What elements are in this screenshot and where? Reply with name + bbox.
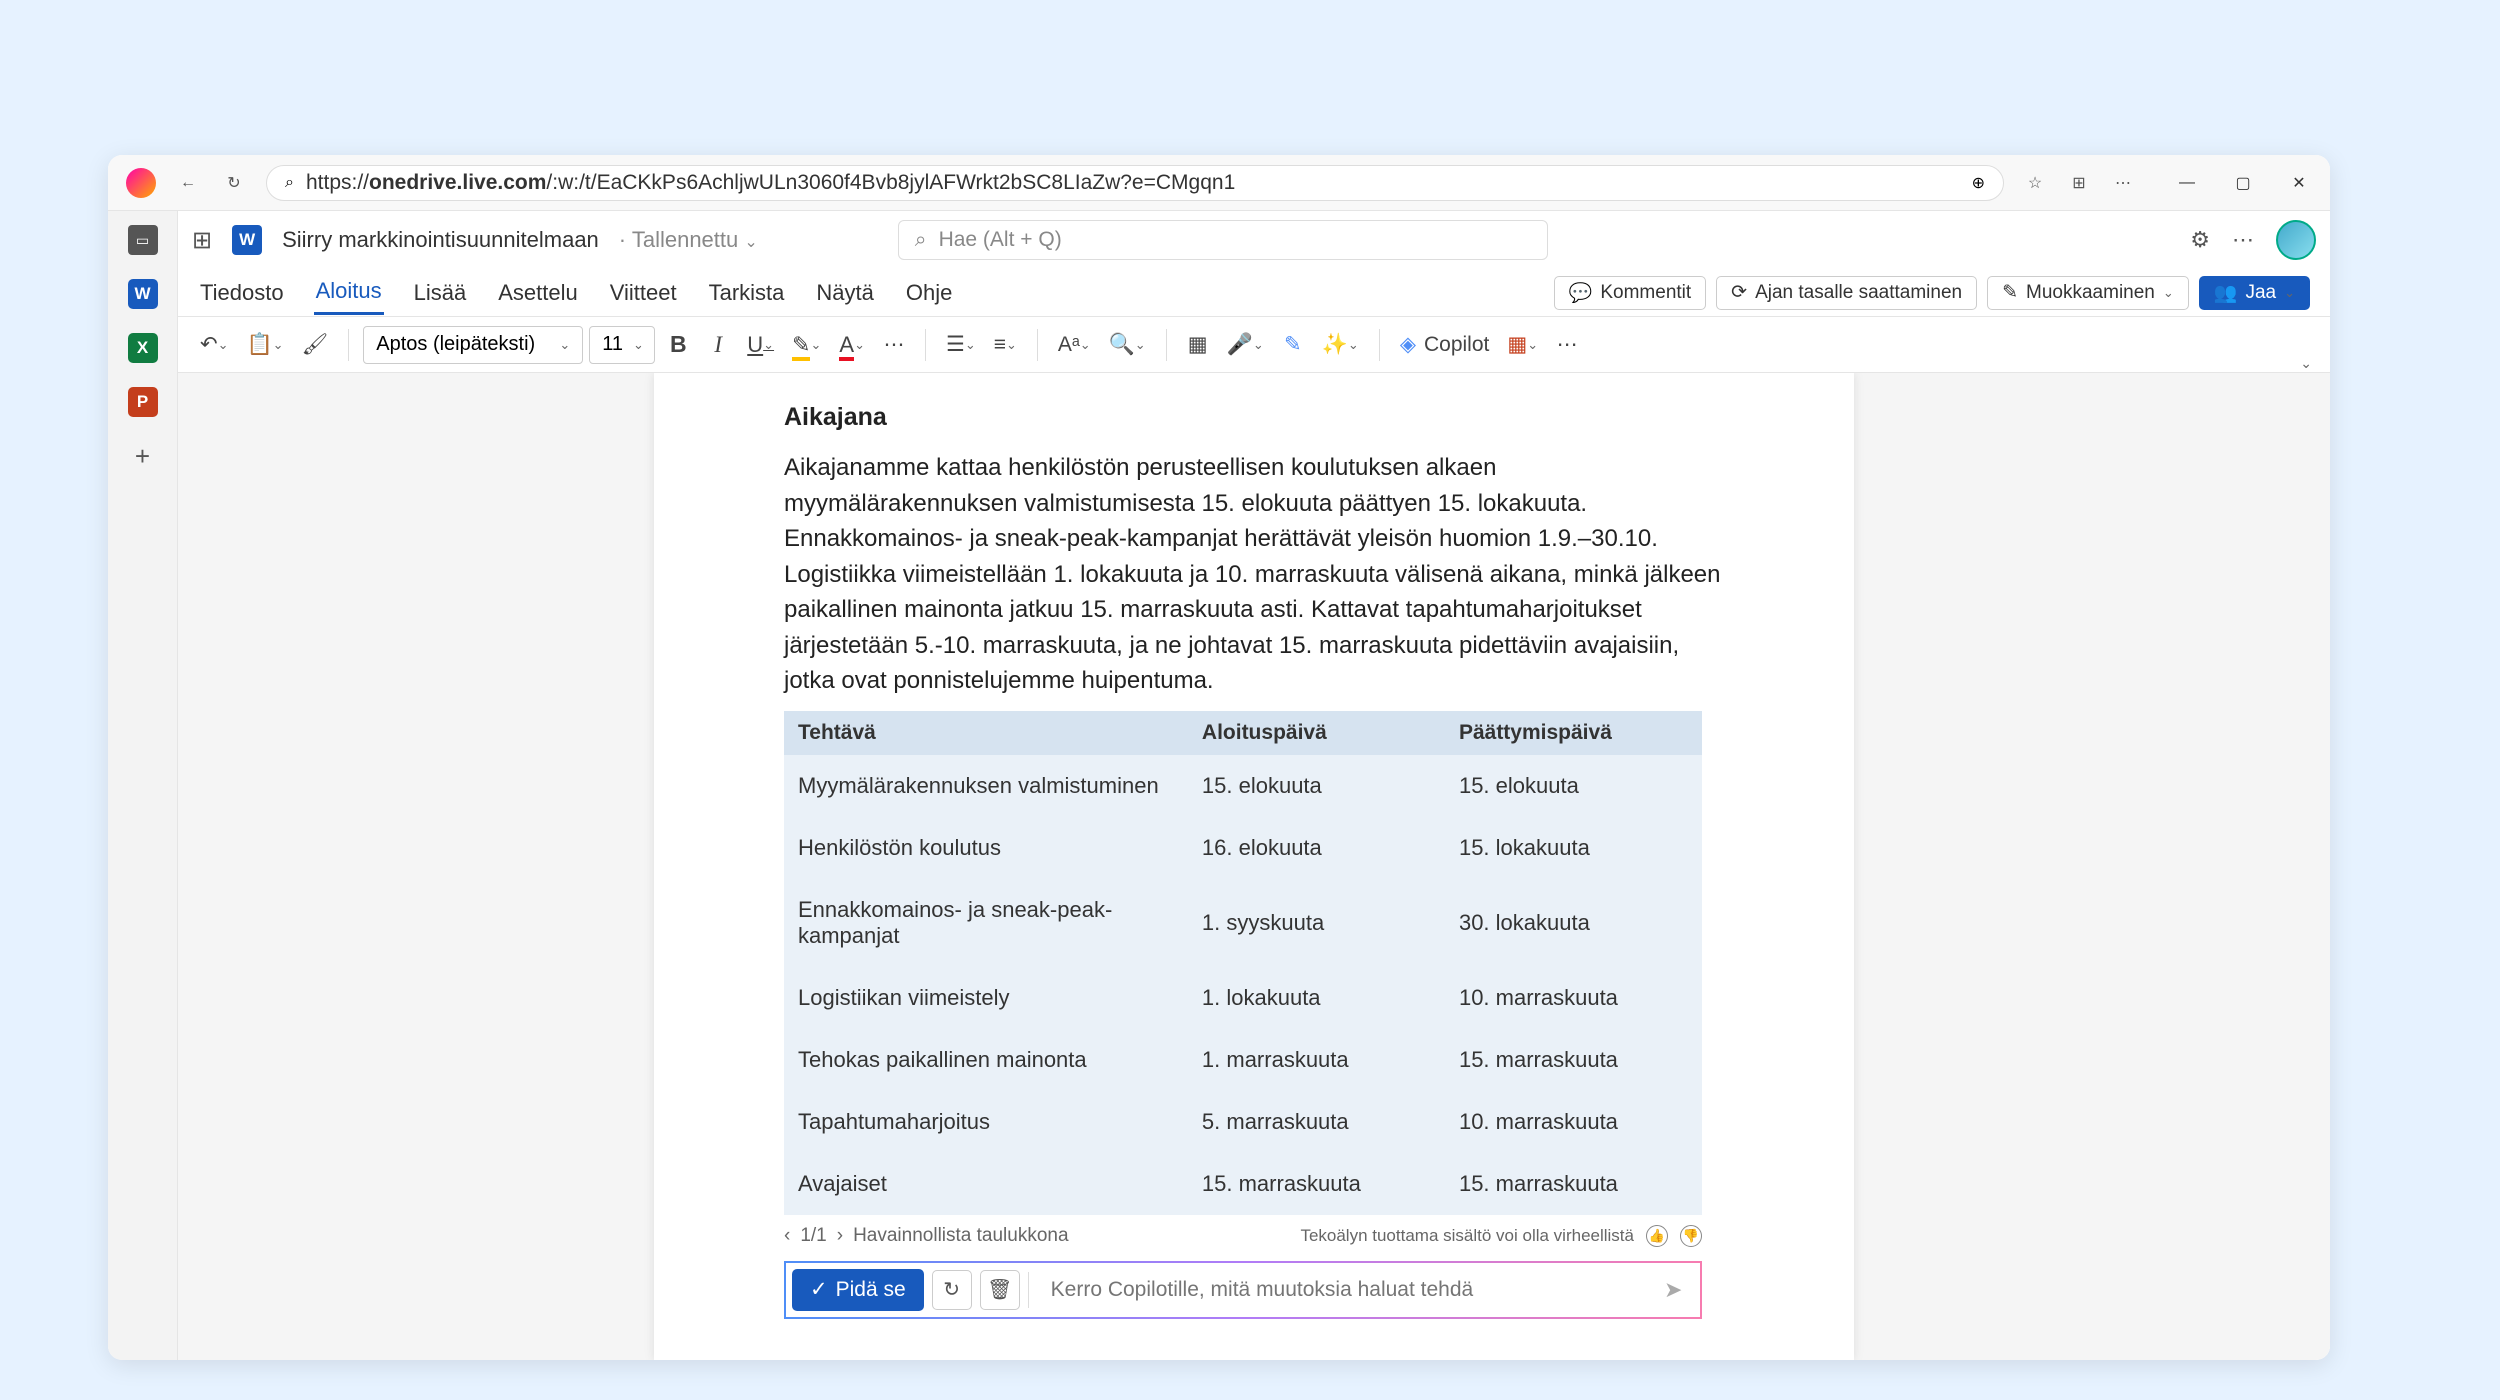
discard-button[interactable]: 🗑 xyxy=(980,1270,1020,1310)
keep-it-button[interactable]: ✓ Pidä se xyxy=(792,1269,924,1311)
url-text: https://onedrive.live.com/:w:/t/EaCKkPs6… xyxy=(306,171,1235,195)
search-box[interactable]: ⌕ Hae (Alt + Q) xyxy=(898,220,1548,260)
undo-button[interactable]: ↶⌄ xyxy=(194,326,235,364)
search-icon: ⌕ xyxy=(915,228,927,252)
th-end: Päättymispäivä xyxy=(1445,711,1702,755)
align-button[interactable]: ≡⌄ xyxy=(988,326,1023,364)
format-painter-button[interactable]: 🖌 xyxy=(296,326,335,364)
next-icon[interactable]: › xyxy=(837,1225,843,1247)
table-row: Tapahtumaharjoitus5. marraskuuta10. marr… xyxy=(784,1091,1702,1153)
document-page: Aikajana Aikajanamme kattaa henkilöstön … xyxy=(654,373,1854,1360)
table-row: Henkilöstön koulutus16. elokuuta15. loka… xyxy=(784,817,1702,879)
app-sidebar: ▭ W X P + xyxy=(108,211,178,1360)
editing-mode-button[interactable]: ✎ Muokkaaminen ⌄ xyxy=(1987,276,2189,310)
minimize-button[interactable]: ― xyxy=(2174,170,2200,196)
profile-avatar[interactable] xyxy=(126,168,156,198)
more-icon[interactable]: ⋯ xyxy=(2232,227,2254,253)
more-ribbon-button[interactable]: ⋯ xyxy=(1550,326,1584,364)
table-row: Avajaiset15. marraskuuta15. marraskuuta xyxy=(784,1153,1702,1215)
bullets-button[interactable]: ☰⌄ xyxy=(940,326,982,364)
search-placeholder: Hae (Alt + Q) xyxy=(939,228,1062,252)
table-row: Tehokas paikallinen mainonta1. marraskuu… xyxy=(784,1029,1702,1091)
thumbs-down-button[interactable]: 👎 xyxy=(1680,1225,1702,1247)
copilot-bar: ✓ Pidä se ↻ 🗑 ➤ xyxy=(784,1261,1702,1319)
menu-help[interactable]: Ohje xyxy=(904,272,954,314)
ai-notice: Tekoälyn tuottama sisältö voi olla virhe… xyxy=(1300,1226,1634,1246)
font-color-button[interactable]: A⌄ xyxy=(833,326,871,364)
app-launcher-icon[interactable]: ⊞ xyxy=(192,226,212,255)
menu-file[interactable]: Tiedosto xyxy=(198,272,286,314)
menu-insert[interactable]: Lisää xyxy=(412,272,469,314)
collections-icon[interactable]: ⊞ xyxy=(2066,170,2092,196)
dictate-button[interactable]: 🎤⌄ xyxy=(1221,326,1270,364)
sidebar-tabs-icon[interactable]: ▭ xyxy=(128,225,158,255)
share-button[interactable]: 👥 Jaa ⌄ xyxy=(2199,276,2310,310)
italic-button[interactable]: I xyxy=(701,326,735,364)
styles-button[interactable]: Aᵃ⌄ xyxy=(1052,326,1097,364)
favorites-icon[interactable]: ☆ xyxy=(2022,170,2048,196)
maximize-button[interactable]: ▢ xyxy=(2230,170,2256,196)
designer-button[interactable]: ▦ xyxy=(1181,326,1215,364)
title-bar: ⊞ W Siirry markkinointisuunnitelmaan · T… xyxy=(178,211,2330,269)
table-footer: ‹ 1/1 › Havainnollista taulukkona Tekoäl… xyxy=(784,1225,1702,1247)
prev-icon[interactable]: ‹ xyxy=(784,1225,790,1247)
th-start: Aloituspäivä xyxy=(1188,711,1445,755)
close-button[interactable]: ✕ xyxy=(2286,170,2312,196)
table-row: Logistiikan viimeistely1. lokakuuta10. m… xyxy=(784,967,1702,1029)
bold-button[interactable]: B xyxy=(661,326,695,364)
copilot-input[interactable] xyxy=(1037,1269,1656,1311)
table-style-button[interactable]: ▦⌄ xyxy=(1501,326,1544,364)
refresh-button[interactable]: ↻ xyxy=(220,169,248,197)
doc-heading[interactable]: Aikajana xyxy=(784,403,1724,432)
paste-button[interactable]: 📋⌄ xyxy=(241,326,290,364)
user-avatar[interactable] xyxy=(2276,220,2316,260)
underline-button[interactable]: U⌄ xyxy=(741,326,780,364)
menu-home[interactable]: Aloitus xyxy=(314,270,384,315)
search-icon: ⌕ xyxy=(285,174,294,192)
document-title[interactable]: Siirry markkinointisuunnitelmaan xyxy=(282,227,599,253)
menu-references[interactable]: Viitteet xyxy=(608,272,679,314)
page-indicator: 1/1 xyxy=(800,1225,826,1247)
address-bar[interactable]: ⌕ https://onedrive.live.com/:w:/t/EaCKkP… xyxy=(266,165,2004,201)
sidebar-powerpoint-icon[interactable]: P xyxy=(128,387,158,417)
sidebar-add-icon[interactable]: + xyxy=(128,441,158,471)
find-button[interactable]: 🔍⌄ xyxy=(1103,326,1152,364)
more-font-button[interactable]: ⋯ xyxy=(877,326,911,364)
copilot-button[interactable]: ◈Copilot xyxy=(1394,326,1496,364)
thumbs-up-button[interactable]: 👍 xyxy=(1646,1225,1668,1247)
ribbon: ↶⌄ 📋⌄ 🖌 Aptos (leipäteksti)⌄ 11⌄ B I U⌄ … xyxy=(178,317,2330,373)
table-row: Ennakkomainos- ja sneak-peak-kampanjat1.… xyxy=(784,879,1702,967)
save-status: Tallennettu xyxy=(632,227,738,252)
font-size-selector[interactable]: 11⌄ xyxy=(589,326,655,364)
browser-bar: ← ↻ ⌕ https://onedrive.live.com/:w:/t/Ea… xyxy=(108,155,2330,211)
browser-window: ← ↻ ⌕ https://onedrive.live.com/:w:/t/Ea… xyxy=(108,155,2330,1360)
menu-view[interactable]: Näytä xyxy=(814,272,875,314)
word-app-icon: W xyxy=(232,225,262,255)
sidebar-word-icon[interactable]: W xyxy=(128,279,158,309)
send-icon[interactable]: ➤ xyxy=(1664,1277,1694,1303)
comments-button[interactable]: 💬 Kommentit xyxy=(1554,276,1706,310)
collapse-ribbon-icon[interactable]: ⌄ xyxy=(2300,355,2312,372)
document-canvas[interactable]: Aikajana Aikajanamme kattaa henkilöstön … xyxy=(178,373,2330,1360)
timeline-table[interactable]: Tehtävä Aloituspäivä Päättymispäivä Myym… xyxy=(784,711,1702,1215)
regenerate-button[interactable]: ↻ xyxy=(932,1270,972,1310)
doc-paragraph[interactable]: Aikajanamme kattaa henkilöstön perusteel… xyxy=(784,450,1724,699)
table-caption: Havainnollista taulukkona xyxy=(853,1225,1068,1247)
more-icon[interactable]: ⋯ xyxy=(2110,170,2136,196)
menu-review[interactable]: Tarkista xyxy=(707,272,787,314)
font-selector[interactable]: Aptos (leipäteksti)⌄ xyxy=(363,326,583,364)
menu-bar: Tiedosto Aloitus Lisää Asettelu Viitteet… xyxy=(178,269,2330,317)
menu-layout[interactable]: Asettelu xyxy=(496,272,580,314)
editor-button[interactable]: ✎ xyxy=(1276,326,1310,364)
sidebar-excel-icon[interactable]: X xyxy=(128,333,158,363)
settings-icon[interactable]: ⚙ xyxy=(2190,227,2210,253)
chevron-down-icon[interactable]: ⌄ xyxy=(744,234,757,251)
site-info-icon[interactable]: ⊕ xyxy=(1972,173,1985,193)
catchup-button[interactable]: ⟳ Ajan tasalle saattaminen xyxy=(1716,276,1977,310)
table-row: Myymälärakennuksen valmistuminen15. elok… xyxy=(784,755,1702,817)
highlight-button[interactable]: ✎⌄ xyxy=(786,326,827,364)
rewrite-button[interactable]: ✨⌄ xyxy=(1316,326,1365,364)
th-task: Tehtävä xyxy=(784,711,1188,755)
back-button[interactable]: ← xyxy=(174,169,202,197)
